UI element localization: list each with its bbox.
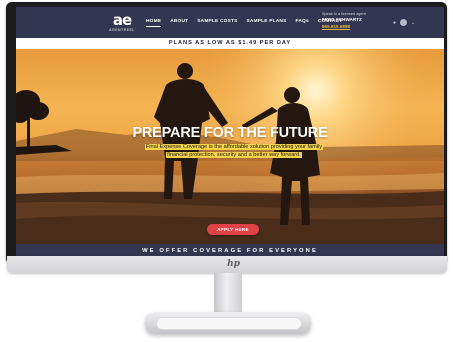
nav-home[interactable]: HOME	[146, 19, 162, 27]
nav-sample-plans[interactable]: SAMPLE PLANS	[247, 19, 287, 27]
website-screen: ae AGENTREEL HOME ABOUT SAMPLE COSTS SAM…	[16, 7, 444, 258]
hero-title: PREPARE FOR THE FUTURE	[132, 125, 328, 141]
utility-icons: ● ⌄	[393, 19, 415, 26]
stand-base-inner	[156, 317, 302, 330]
agent-phone-link[interactable]: 866.815.6888	[322, 23, 388, 30]
site-logo[interactable]: ae AGENTREEL	[102, 13, 142, 35]
logo-mark: ae	[112, 11, 132, 29]
main-nav: HOME ABOUT SAMPLE COSTS SAMPLE PLANS FAQ…	[146, 19, 342, 27]
hero-section: PREPARE FOR THE FUTURE Final Expense Cov…	[16, 49, 444, 244]
avatar[interactable]	[400, 19, 408, 26]
top-navigation-bar: ae AGENTREEL HOME ABOUT SAMPLE COSTS SAM…	[16, 7, 444, 38]
chevron-down-icon[interactable]: ⌄	[411, 20, 415, 26]
hero-subtitle-line-2: financial protection, security and a bet…	[166, 152, 302, 158]
monitor-chin: hp	[7, 256, 447, 273]
promo-banner: PLANS AS LOW AS $1.49 PER DAY	[16, 38, 444, 49]
logo-subtitle: AGENTREEL	[109, 28, 135, 32]
nav-about[interactable]: ABOUT	[170, 19, 188, 27]
monitor-bezel: ae AGENTREEL HOME ABOUT SAMPLE COSTS SAM…	[6, 2, 447, 264]
monitor-stand-base	[145, 312, 311, 334]
hero-subtitle: Final Expense Coverage is the affordable…	[136, 143, 332, 159]
nav-sample-costs[interactable]: SAMPLE COSTS	[197, 19, 237, 27]
lock-icon[interactable]: ●	[393, 20, 396, 26]
nav-faqs[interactable]: FAQs	[296, 19, 309, 27]
hp-logo-icon: hp	[227, 259, 240, 269]
apply-here-button[interactable]: APPLY HERE	[207, 224, 259, 235]
hero-subtitle-line-1: Final Expense Coverage is the affordable…	[144, 144, 324, 150]
agent-contact: Speak to a licensed agent FRED SCHWARTZ …	[322, 11, 388, 30]
